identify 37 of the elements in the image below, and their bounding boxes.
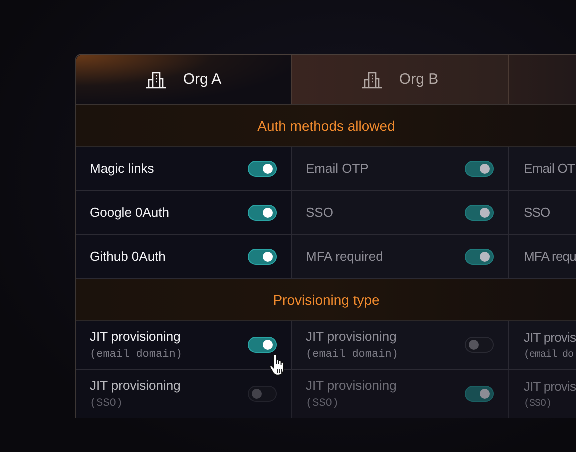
option-label: Magic links <box>90 161 154 176</box>
option-label: JIT provisioning <box>90 329 182 344</box>
toggle-switch[interactable] <box>248 160 277 176</box>
option-note: (email domain) <box>90 349 182 361</box>
option-label: JIT provis <box>524 330 576 344</box>
toggle-switch[interactable] <box>465 386 494 402</box>
option-label: Email OTP <box>306 161 369 176</box>
option-label: JIT provisioning <box>90 378 181 393</box>
option-label: Google 0Auth <box>90 205 170 220</box>
org-tab[interactable]: Org B <box>292 55 509 104</box>
option-label: SSO <box>306 205 334 220</box>
toggle-switch[interactable] <box>465 204 494 220</box>
option-label: JIT provisioning <box>306 329 398 344</box>
option-label: JIT provisioning <box>306 378 397 393</box>
toggle-switch[interactable] <box>248 337 277 353</box>
option-note: (SSO) <box>524 398 553 410</box>
toggle-switch[interactable] <box>248 386 277 402</box>
toggle-switch[interactable] <box>248 204 277 220</box>
option-note: (email do <box>524 350 575 360</box>
toggle-switch[interactable] <box>465 160 494 176</box>
option-label: MFA requ <box>524 249 576 264</box>
building-icon <box>145 70 168 88</box>
option-label: SSO <box>524 205 550 220</box>
toggle-switch[interactable] <box>465 337 494 353</box>
org-tab[interactable]: Org A <box>76 55 292 104</box>
toggle-switch[interactable] <box>465 248 494 264</box>
section-title: Provisioning type <box>273 292 380 308</box>
toggle-switch[interactable] <box>248 248 277 264</box>
option-label: Github 0Auth <box>90 249 166 264</box>
building-icon <box>361 70 384 88</box>
section-title: Auth methods allowed <box>258 118 396 134</box>
option-label: MFA required <box>306 249 384 264</box>
option-label: JIT provis <box>524 378 576 394</box>
option-label: Email OT <box>524 161 575 176</box>
option-note: (SSO) <box>90 398 124 410</box>
option-note: (SSO) <box>306 398 340 410</box>
option-note: (email domain) <box>306 349 398 361</box>
